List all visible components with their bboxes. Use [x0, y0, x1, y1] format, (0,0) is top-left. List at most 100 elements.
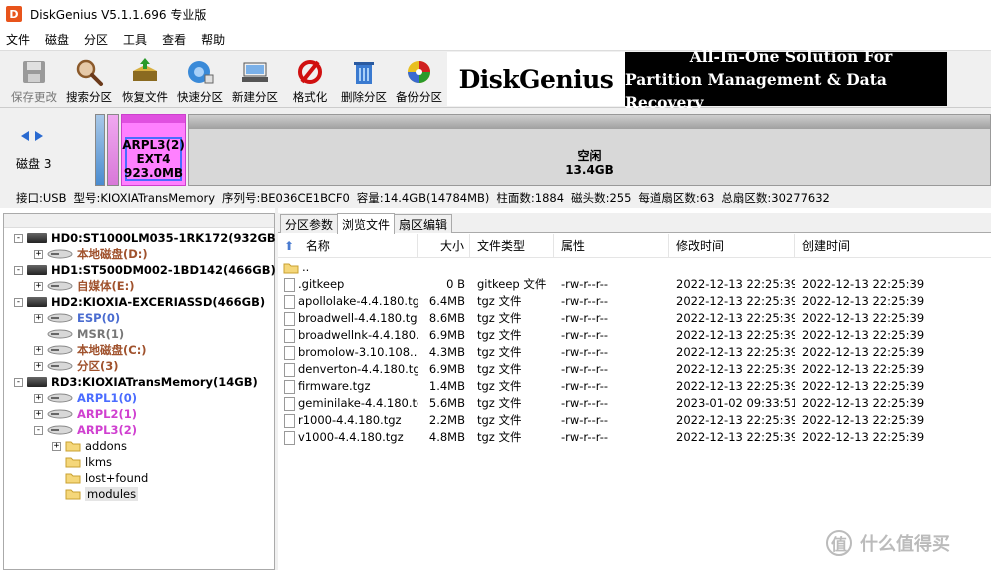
backup-partition-button[interactable]: 备份分区 — [391, 53, 447, 105]
prev-disk-icon[interactable] — [20, 130, 30, 142]
menu-view[interactable]: 查看 — [162, 31, 186, 48]
tree-item[interactable]: + ESP(0) — [34, 310, 120, 326]
tree-item[interactable]: MSR(1) — [34, 326, 124, 342]
tree-item-label: HD0:ST1000LM035-1RK172(932GB) — [51, 231, 281, 245]
file-row[interactable]: broadwell-4.4.180.tgz 8.6MB tgz 文件 -rw-r--r… — [278, 310, 991, 327]
new-partition-button[interactable]: 新建分区 — [227, 53, 283, 105]
file-row[interactable]: geminilake-4.4.180.tgz 5.6MB tgz 文件 -rw-r--… — [278, 395, 991, 412]
file-name: v1000-4.4.180.tgz — [298, 430, 404, 444]
tab-bar: 分区参数 浏览文件 扇区编辑 — [278, 213, 991, 234]
file-row[interactable]: r1000-4.4.180.tgz 2.2MB tgz 文件 -rw-r--r-- 20… — [278, 412, 991, 429]
file-row[interactable]: denverton-4.4.180.tgz 6.9MB tgz 文件 -rw-r--r… — [278, 361, 991, 378]
tree-item[interactable]: - ARPL3(2) — [34, 422, 137, 438]
tree-item[interactable]: - RD3:KIOXIATransMemory(14GB) — [14, 374, 258, 390]
tree-item[interactable]: - HD0:ST1000LM035-1RK172(932GB) — [14, 230, 281, 246]
save-changes-button[interactable]: 保存更改 — [6, 53, 62, 105]
expand-icon[interactable]: + — [34, 313, 43, 323]
tab-sector-edit[interactable]: 扇区编辑 — [394, 214, 453, 233]
recover-files-button[interactable]: 恢复文件 — [117, 53, 173, 105]
file-size: 6.4MB — [428, 294, 465, 308]
parent-dir-row[interactable]: .. — [278, 259, 991, 276]
expand-icon[interactable]: + — [34, 249, 43, 259]
collapse-icon[interactable]: - — [14, 377, 23, 387]
collapse-icon[interactable]: - — [14, 297, 23, 307]
file-row[interactable]: firmware.tgz 1.4MB tgz 文件 -rw-r--r-- 2022-12… — [278, 378, 991, 395]
column-name[interactable]: ⬆ 名称 — [278, 234, 418, 258]
file-name: r1000-4.4.180.tgz — [298, 413, 402, 427]
tree-item[interactable]: - HD2:KIOXIA-EXCERIASSD(466GB) — [14, 294, 265, 310]
file-row[interactable]: apollolake-4.4.180.tgz 6.4MB tgz 文件 -rw-r--… — [278, 293, 991, 310]
disk-model: 型号:KIOXIATransMemory — [73, 191, 216, 205]
file-attr: -rw-r--r-- — [561, 379, 609, 393]
file-row[interactable]: broadwellnk-4.4.180.... 6.9MB tgz 文件 -rw-r-… — [278, 327, 991, 344]
partition-icon — [47, 329, 73, 339]
column-modified[interactable]: 修改时间 — [669, 234, 795, 258]
column-type[interactable]: 文件类型 — [470, 234, 554, 258]
column-size[interactable]: 大小 — [418, 234, 470, 258]
tab-partition-params[interactable]: 分区参数 — [280, 214, 339, 233]
tree-item[interactable]: + 自媒体(E:) — [34, 278, 134, 294]
tree-item[interactable]: lkms — [52, 454, 112, 470]
tree-item-label: ARPL1(0) — [77, 391, 138, 405]
free-space-block[interactable]: 空闲 13.4GB — [188, 114, 991, 186]
file-row[interactable]: v1000-4.4.180.tgz 4.8MB tgz 文件 -rw-r--r-- 20… — [278, 429, 991, 446]
tree-item[interactable]: lost+found — [52, 470, 148, 486]
search-partition-icon — [74, 57, 104, 87]
column-created[interactable]: 创建时间 — [795, 234, 991, 258]
file-row[interactable]: .gitkeep 0 B gitkeep 文件 -rw-r--r-- 2022-12-1… — [278, 276, 991, 293]
tree-item[interactable]: + ARPL2(1) — [34, 406, 137, 422]
tree-item[interactable]: - HD1:ST500DM002-1BD142(466GB) — [14, 262, 276, 278]
menu-help[interactable]: 帮助 — [201, 31, 225, 48]
tree-item[interactable]: + ARPL1(0) — [34, 390, 137, 406]
delete-partition-button[interactable]: 删除分区 — [336, 53, 392, 105]
menu-tools[interactable]: 工具 — [123, 31, 147, 48]
tree-item-label: addons — [85, 439, 127, 453]
format-button[interactable]: 格式化 — [282, 53, 338, 105]
column-name-label: 名称 — [305, 239, 330, 253]
file-icon — [284, 379, 295, 394]
collapse-icon[interactable]: - — [14, 265, 23, 275]
partition-icon — [47, 345, 73, 355]
quick-partition-button[interactable]: 快速分区 — [172, 53, 228, 105]
file-modified: 2022-12-13 22:25:39 — [676, 328, 795, 342]
expand-icon[interactable]: + — [52, 441, 61, 451]
partition-block-arpl1[interactable] — [95, 114, 105, 186]
tab-browse-files[interactable]: 浏览文件 — [337, 213, 396, 234]
file-attr: -rw-r--r-- — [561, 277, 609, 291]
file-attr: -rw-r--r-- — [561, 345, 609, 359]
expand-icon[interactable]: + — [34, 409, 43, 419]
disk-map: 磁盘 3 ARPL3(2) EXT4 923.0MB 空闲 13.4GB — [0, 108, 991, 188]
tree-item-label: 本地磁盘(C:) — [77, 343, 147, 357]
delete-partition-label: 删除分区 — [341, 90, 387, 104]
file-type: tgz 文件 — [477, 379, 522, 393]
menu-disk[interactable]: 磁盘 — [45, 31, 69, 48]
expand-icon[interactable]: + — [34, 281, 43, 291]
tree-item[interactable]: + 本地磁盘(C:) — [34, 342, 147, 358]
partition-name: ARPL3(2) — [122, 138, 185, 152]
column-attr[interactable]: 属性 — [554, 234, 669, 258]
expand-icon[interactable]: + — [34, 393, 43, 403]
file-created: 2022-12-13 22:25:39 — [802, 413, 925, 427]
expand-icon[interactable]: + — [34, 361, 43, 371]
search-partition-button[interactable]: 搜索分区 — [61, 53, 117, 105]
file-icon — [284, 345, 295, 360]
tree-item[interactable]: + addons — [52, 438, 127, 454]
free-space-info: 空闲 13.4GB — [189, 149, 990, 177]
backup-partition-icon — [404, 57, 434, 87]
next-disk-icon[interactable] — [34, 130, 44, 142]
file-row[interactable]: bromolow-3.10.108.... 4.3MB tgz 文件 -rw-r--r… — [278, 344, 991, 361]
disk-capacity: 容量:14.4GB(14784MB) — [356, 191, 490, 205]
up-folder-icon[interactable]: ⬆ — [284, 239, 294, 253]
tree-item[interactable]: + 分区(3) — [34, 358, 119, 374]
menu-file[interactable]: 文件 — [6, 31, 30, 48]
menu-partition[interactable]: 分区 — [84, 31, 108, 48]
tree-item[interactable]: + 本地磁盘(D:) — [34, 246, 148, 262]
site-watermark: 值 什么值得买 — [826, 530, 950, 556]
file-attr: -rw-r--r-- — [561, 328, 609, 342]
collapse-icon[interactable]: - — [34, 425, 43, 435]
partition-block-arpl2[interactable] — [107, 114, 119, 186]
expand-icon[interactable]: + — [34, 345, 43, 355]
tree-item[interactable]: modules — [52, 486, 139, 502]
collapse-icon[interactable]: - — [14, 233, 23, 243]
partition-block-selected[interactable]: ARPL3(2) EXT4 923.0MB — [121, 114, 186, 186]
